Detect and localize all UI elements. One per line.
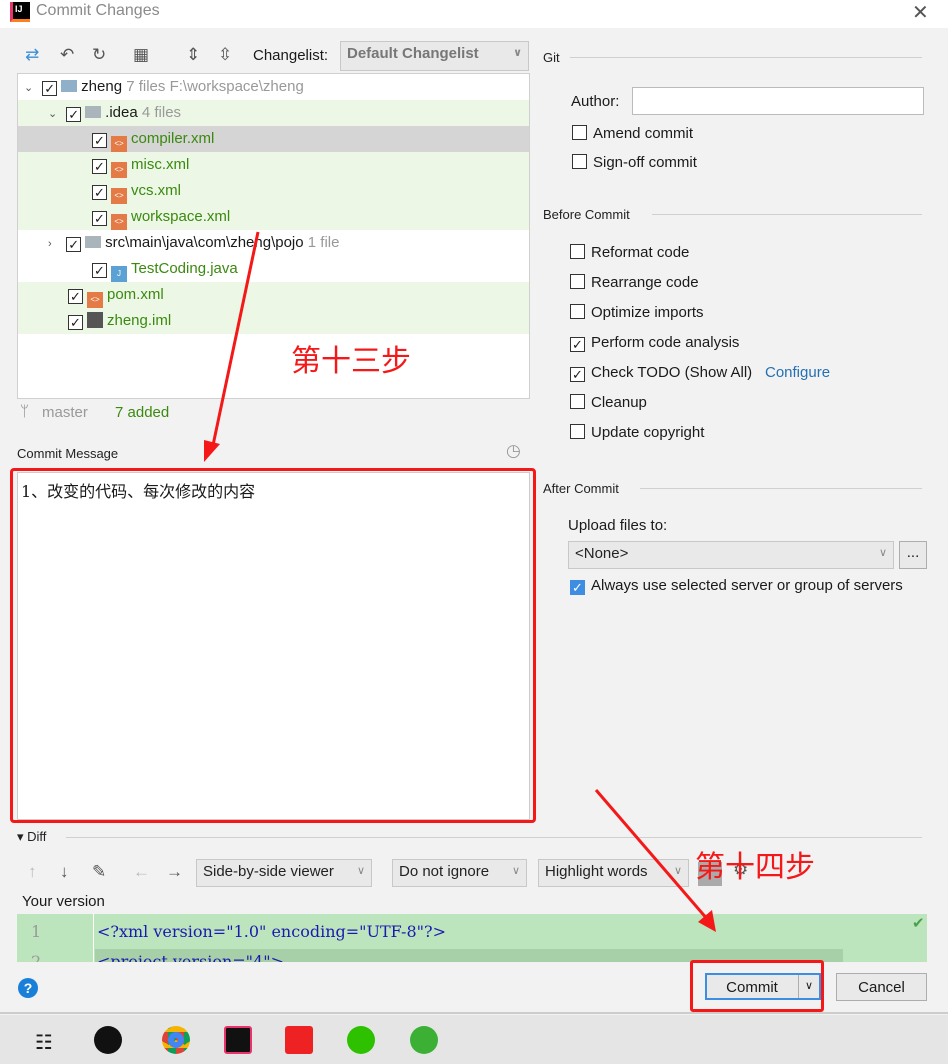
browser-icon[interactable] bbox=[410, 1026, 438, 1054]
annotation-step13: 第十三步 bbox=[291, 345, 411, 378]
arrow-step13 bbox=[210, 231, 260, 451]
chrome-icon[interactable] bbox=[162, 1026, 190, 1054]
wechat-icon[interactable] bbox=[347, 1026, 375, 1054]
wps-icon[interactable] bbox=[285, 1026, 313, 1054]
taskbar bbox=[0, 1015, 948, 1064]
app-icon[interactable] bbox=[94, 1026, 122, 1054]
arrow-step14 bbox=[594, 789, 710, 921]
intellij-icon[interactable] bbox=[224, 1026, 252, 1054]
task-view-icon[interactable]: ☷ bbox=[35, 1030, 53, 1055]
annotation-step14: 第十四步 bbox=[695, 851, 815, 884]
annotation-arrows bbox=[204, 231, 716, 932]
